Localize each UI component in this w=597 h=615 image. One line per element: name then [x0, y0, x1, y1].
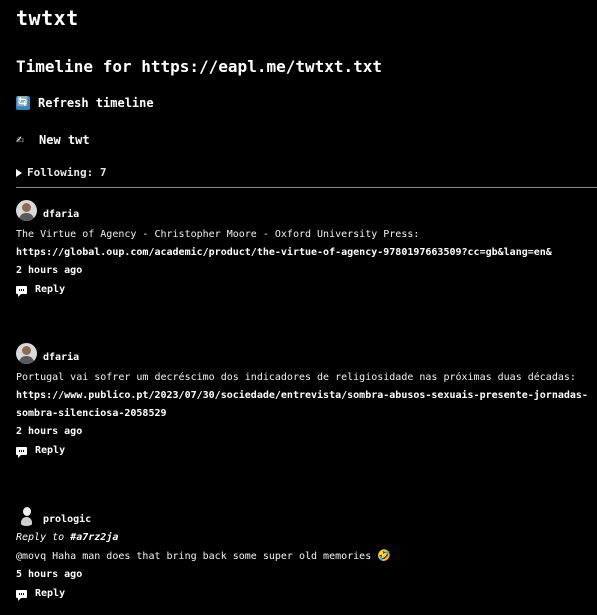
- reply-label: Reply: [35, 284, 66, 295]
- speech-bubble-icon: [16, 446, 27, 458]
- dfaria-avatar[interactable]: [16, 342, 37, 364]
- reply-label: Reply: [35, 445, 66, 456]
- page: twtxt Timeline for https://eapl.me/twtxt…: [0, 0, 597, 615]
- reply-button[interactable]: Reply: [16, 584, 591, 603]
- refresh-icon: 🔄: [16, 96, 30, 110]
- twt-nick[interactable]: dfaria: [43, 352, 79, 363]
- twt-item: dfaria The Virtue of Agency - Christophe…: [16, 198, 591, 299]
- reply-to-hash-link[interactable]: #a7rz2ja: [70, 532, 118, 543]
- twt-text: The Virtue of Agency - Christopher Moore…: [16, 229, 420, 240]
- twt-item: dfaria Portugal vai sofrer um decréscimo…: [16, 341, 591, 460]
- reply-to: Reply to #a7rz2ja: [16, 529, 591, 547]
- twt-text: @movq Haha man does that bring back some…: [16, 551, 372, 562]
- site-title[interactable]: twtxt: [16, 6, 79, 30]
- refresh-timeline-button[interactable]: 🔄 Refresh timeline: [16, 96, 154, 110]
- divider: [16, 187, 597, 188]
- laughing-emoji-icon: 🤣: [377, 549, 391, 562]
- twt-link-continued[interactable]: sombra-silenciosa-2058529: [16, 405, 591, 423]
- reply-button[interactable]: Reply: [16, 441, 591, 460]
- refresh-timeline-label: Refresh timeline: [38, 96, 154, 110]
- dfaria-avatar[interactable]: [16, 199, 37, 221]
- new-twt-button[interactable]: ✍ New twt: [16, 132, 90, 147]
- twt-text-row: @movq Haha man does that bring back some…: [16, 547, 591, 566]
- following-label: Following: 7: [27, 166, 107, 179]
- twt-text: Portugal vai sofrer um decréscimo dos in…: [16, 372, 576, 383]
- new-twt-label: New twt: [39, 132, 90, 147]
- disclosure-triangle-icon: [16, 168, 22, 177]
- timeline-heading: Timeline for https://eapl.me/twtxt.txt: [16, 57, 383, 76]
- writing-hand-icon: ✍: [16, 132, 24, 147]
- twt-nick[interactable]: prologic: [43, 514, 91, 525]
- prologic-avatar[interactable]: [16, 504, 37, 526]
- twt-nick[interactable]: dfaria: [43, 209, 79, 220]
- speech-bubble-icon: [16, 285, 27, 297]
- twt-timestamp[interactable]: 2 hours ago: [16, 262, 591, 280]
- following-toggle[interactable]: Following: 7: [16, 166, 106, 179]
- speech-bubble-icon: [16, 589, 27, 601]
- twt-link[interactable]: https://global.oup.com/academic/product/…: [16, 244, 591, 262]
- twt-timestamp[interactable]: 5 hours ago: [16, 566, 591, 584]
- twt-item: prologic Reply to #a7rz2ja @movq Haha ma…: [16, 503, 591, 603]
- reply-button[interactable]: Reply: [16, 280, 591, 299]
- reply-to-prefix: Reply to: [16, 532, 65, 543]
- reply-label: Reply: [35, 588, 66, 599]
- twt-link[interactable]: https://www.publico.pt/2023/07/30/socied…: [16, 387, 591, 405]
- twt-timestamp[interactable]: 2 hours ago: [16, 423, 591, 441]
